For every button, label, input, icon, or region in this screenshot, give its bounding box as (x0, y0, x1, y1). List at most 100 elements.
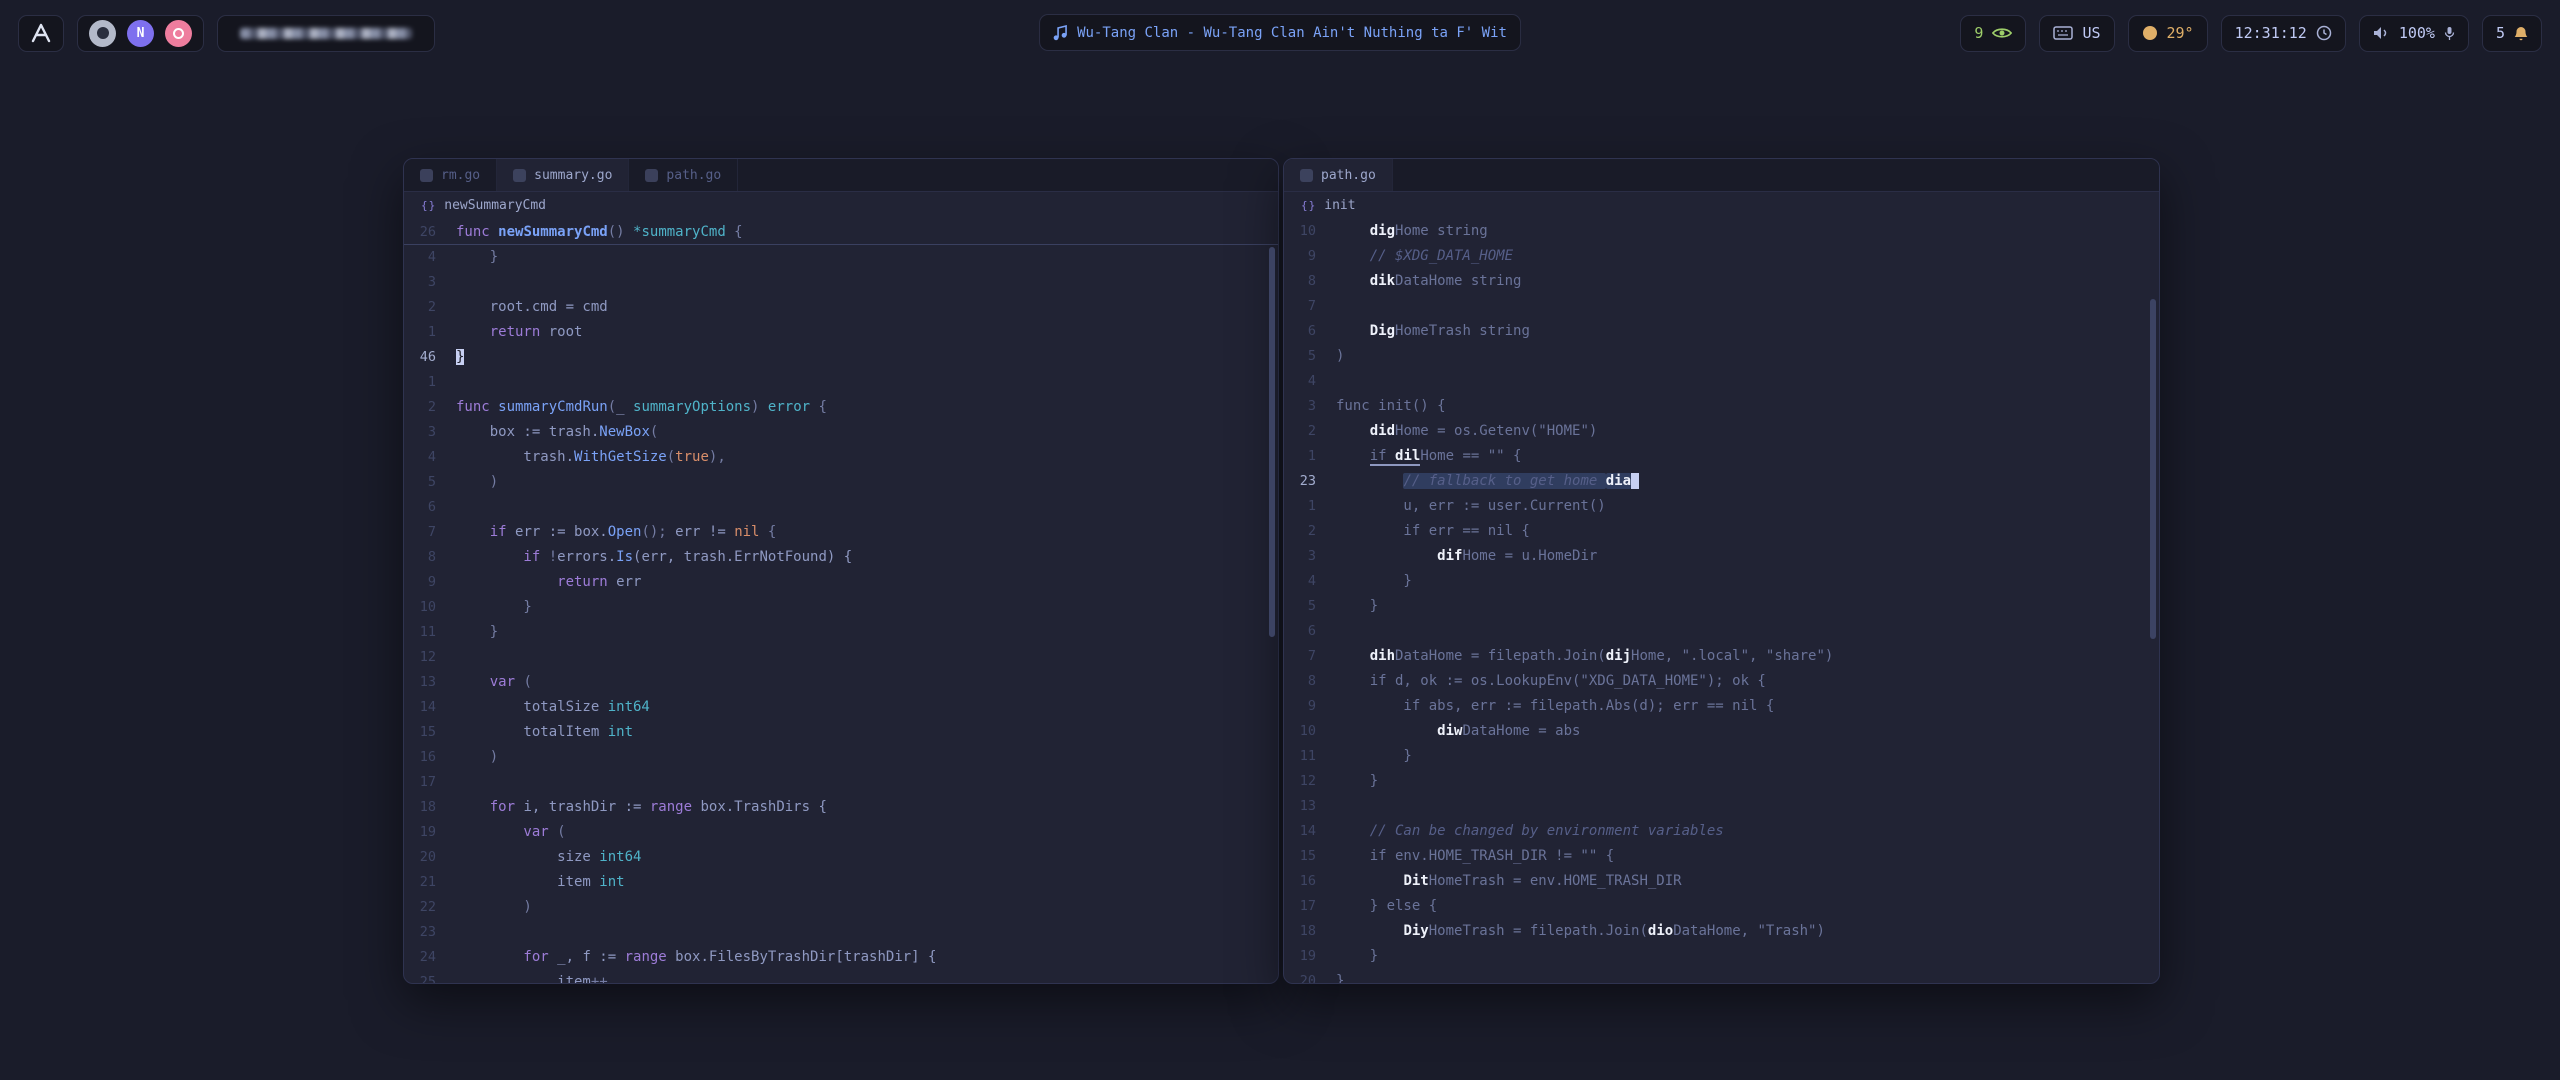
code-line[interactable]: 12 (404, 645, 1278, 670)
code-line[interactable]: 1 return root (404, 320, 1278, 345)
code-area-left[interactable]: 4 }32 root.cmd = cmd1 return root46}12fu… (404, 245, 1278, 984)
code-line[interactable]: 9 if abs, err := filepath.Abs(d); err ==… (1284, 694, 2159, 719)
code-line[interactable]: 10 digHome string (1284, 219, 2159, 244)
code-line[interactable]: 8 dikDataHome string (1284, 269, 2159, 294)
scrollbar-left[interactable] (1269, 247, 1275, 637)
code-line[interactable]: 3func init() { (1284, 394, 2159, 419)
code-line[interactable]: 7 if err := box.Open(); err != nil { (404, 520, 1278, 545)
keyboard-layout-widget[interactable]: US (2039, 15, 2114, 52)
tab-path.go[interactable]: path.go (629, 159, 738, 191)
clock-widget[interactable]: 12:31:12 (2221, 15, 2346, 52)
code-text: ) (456, 745, 498, 770)
breadcrumb-left[interactable]: {} newSummaryCmd (404, 192, 1278, 219)
line-number: 2 (404, 295, 456, 320)
code-line[interactable]: 17 (404, 770, 1278, 795)
line-number: 11 (404, 620, 456, 645)
code-line[interactable]: 5 ) (404, 470, 1278, 495)
code-line[interactable]: 46} (404, 345, 1278, 370)
code-line[interactable]: 4 } (1284, 569, 2159, 594)
code-line[interactable]: 20 size int64 (404, 845, 1278, 870)
code-line[interactable]: 21 item int (404, 870, 1278, 895)
code-line[interactable]: 16 ) (404, 745, 1278, 770)
code-line[interactable]: 3 box := trash.NewBox( (404, 420, 1278, 445)
code-line[interactable]: 17 } else { (1284, 894, 2159, 919)
workspace-icon-1[interactable] (89, 20, 116, 47)
code-line[interactable]: 15 if env.HOME_TRASH_DIR != "" { (1284, 844, 2159, 869)
code-text: ) (456, 895, 532, 920)
code-line[interactable]: 9 // $XDG_DATA_HOME (1284, 244, 2159, 269)
code-line[interactable]: 4 } (404, 245, 1278, 270)
code-line[interactable]: 22 ) (404, 895, 1278, 920)
code-line[interactable]: 6 DigHomeTrash string (1284, 319, 2159, 344)
code-line[interactable]: 1 if dilHome == "" { (1284, 444, 2159, 469)
code-line[interactable]: 10 diwDataHome = abs (1284, 719, 2159, 744)
launcher-button[interactable] (18, 15, 64, 52)
code-line[interactable]: 18 for i, trashDir := range box.TrashDir… (404, 795, 1278, 820)
now-playing-widget[interactable]: Wu-Tang Clan - Wu-Tang Clan Ain't Nuthin… (1039, 14, 1521, 51)
code-line[interactable]: 11 } (1284, 744, 2159, 769)
tab-label: path.go (1321, 168, 1376, 183)
weather-widget[interactable]: 29° (2128, 15, 2208, 52)
code-line[interactable]: 6 (404, 495, 1278, 520)
sticky-scope-line[interactable]: 26func newSummaryCmd() *summaryCmd { (404, 219, 1278, 245)
code-line[interactable]: 16 DitHomeTrash = env.HOME_TRASH_DIR (1284, 869, 2159, 894)
code-line[interactable]: 13 var ( (404, 670, 1278, 695)
audio-widget[interactable]: 100% (2359, 15, 2469, 52)
code-area-right[interactable]: 10 digHome string9 // $XDG_DATA_HOME8 di… (1284, 219, 2159, 984)
code-line[interactable]: 3 difHome = u.HomeDir (1284, 544, 2159, 569)
code-line[interactable]: 14 totalSize int64 (404, 695, 1278, 720)
music-note-icon (1053, 25, 1068, 41)
scrollbar-right[interactable] (2150, 299, 2156, 639)
line-number: 6 (404, 495, 456, 520)
code-line[interactable]: 2 if err == nil { (1284, 519, 2159, 544)
go-file-icon (1300, 169, 1313, 182)
code-line[interactable]: 8 if d, ok := os.LookupEnv("XDG_DATA_HOM… (1284, 669, 2159, 694)
tab-summary.go[interactable]: summary.go (497, 159, 629, 191)
code-line[interactable]: 5) (1284, 344, 2159, 369)
clock-icon (2316, 25, 2332, 41)
code-line[interactable]: 14 // Can be changed by environment vari… (1284, 819, 2159, 844)
code-line[interactable]: 10 } (404, 595, 1278, 620)
code-line[interactable]: 23 (404, 920, 1278, 945)
workspace-icon-2[interactable]: N (127, 20, 154, 47)
recorder-widget[interactable]: 9 (1960, 15, 2026, 52)
code-line[interactable]: 12 } (1284, 769, 2159, 794)
code-line[interactable]: 19 var ( (404, 820, 1278, 845)
line-number: 16 (404, 745, 456, 770)
code-line[interactable]: 20} (1284, 969, 2159, 984)
code-line[interactable]: 3 (404, 270, 1278, 295)
code-line[interactable]: 4 (1284, 369, 2159, 394)
code-line[interactable]: 2 didHome = os.Getenv("HOME") (1284, 419, 2159, 444)
code-line[interactable]: 9 return err (404, 570, 1278, 595)
line-number: 15 (1284, 844, 1336, 869)
code-line[interactable]: 24 for _, f := range box.FilesByTrashDir… (404, 945, 1278, 970)
tab-label: path.go (666, 168, 721, 183)
code-line[interactable]: 2 root.cmd = cmd (404, 295, 1278, 320)
code-line[interactable]: 11 } (404, 620, 1278, 645)
time-label: 12:31:12 (2235, 24, 2307, 42)
code-text: ) (456, 470, 498, 495)
notifications-widget[interactable]: 5 (2482, 15, 2542, 52)
tab-rm.go[interactable]: rm.go (404, 159, 497, 191)
workspace-1-glyph-icon (97, 27, 109, 39)
code-line[interactable]: 23 // fallback to get home dia (1284, 469, 2159, 494)
code-line[interactable]: 2func summaryCmdRun(_ summaryOptions) er… (404, 395, 1278, 420)
code-line[interactable]: 6 (1284, 619, 2159, 644)
workspace-icon-3[interactable] (165, 20, 192, 47)
code-line[interactable]: 8 if !errors.Is(err, trash.ErrNotFound) … (404, 545, 1278, 570)
code-line[interactable]: 7 dihDataHome = filepath.Join(dijHome, "… (1284, 644, 2159, 669)
code-text: for _, f := range box.FilesByTrashDir[tr… (456, 945, 936, 970)
code-line[interactable]: 25 item++ (404, 970, 1278, 984)
code-line[interactable]: 19 } (1284, 944, 2159, 969)
code-line[interactable]: 18 DiyHomeTrash = filepath.Join(dioDataH… (1284, 919, 2159, 944)
tab-path.go[interactable]: path.go (1284, 159, 1393, 191)
line-number: 1 (404, 370, 456, 395)
code-line[interactable]: 5 } (1284, 594, 2159, 619)
code-line[interactable]: 1 u, err := user.Current() (1284, 494, 2159, 519)
code-line[interactable]: 4 trash.WithGetSize(true), (404, 445, 1278, 470)
code-line[interactable]: 7 (1284, 294, 2159, 319)
code-line[interactable]: 15 totalItem int (404, 720, 1278, 745)
code-line[interactable]: 13 (1284, 794, 2159, 819)
code-line[interactable]: 1 (404, 370, 1278, 395)
breadcrumb-right[interactable]: {} init (1284, 192, 2159, 219)
